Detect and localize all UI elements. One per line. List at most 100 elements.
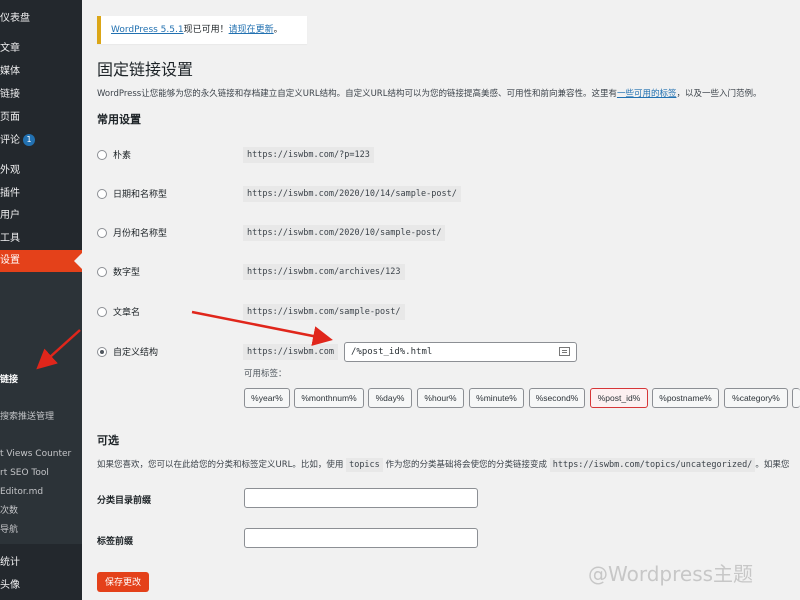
submenu-item-views-counter[interactable]: t Views Counter: [0, 445, 82, 463]
sidebar-item-label: 统计: [0, 557, 20, 568]
sidebar-item-appearance[interactable]: 外观: [0, 160, 82, 182]
radio-post-name[interactable]: [97, 307, 107, 317]
submenu-label: 次数: [0, 506, 19, 516]
submenu-label: rt SEO Tool: [0, 468, 49, 478]
tag-second-button[interactable]: %second%: [529, 388, 585, 408]
sidebar-item-label: 媒体: [0, 66, 20, 77]
sidebar-item-users[interactable]: 用户: [0, 205, 82, 227]
radio-custom[interactable]: [97, 347, 107, 357]
available-tags-label: 可用标签：: [244, 369, 287, 379]
submenu-label: 搜索推送管理: [0, 412, 55, 422]
optional-text-mid: 作为您的分类基础将会使您的分类链接变成: [385, 460, 548, 470]
submenu-label: Editor.md: [0, 487, 44, 497]
submenu-label: 导航: [0, 525, 19, 535]
radio-month-name[interactable]: [97, 228, 107, 238]
optional-title: 可选: [97, 434, 119, 447]
option-post-name[interactable]: 文章名 https://iswbm.com/sample-post/: [97, 302, 797, 324]
sidebar-item-label: 页面: [0, 112, 20, 123]
notice-period: 。: [273, 25, 283, 35]
autofill-icon[interactable]: [559, 347, 570, 356]
option-label: 朴素: [113, 151, 132, 161]
sidebar-item-media[interactable]: 媒体: [0, 61, 82, 83]
category-base-input[interactable]: [244, 488, 478, 508]
common-settings-title: 常用设置: [97, 113, 141, 126]
update-now-link[interactable]: 请现在更新: [229, 25, 274, 35]
optional-example-url: https://iswbm.com/topics/uncategorized/: [549, 458, 756, 472]
sidebar-item-plugins[interactable]: 插件: [0, 183, 82, 205]
tag-day-button[interactable]: %day%: [368, 388, 412, 408]
option-label: 日期和名称型: [113, 190, 168, 200]
main-content: WordPress 5.5.1现已可用！请现在更新。 固定链接设置 WordPr…: [82, 0, 800, 600]
submenu-item-search-push[interactable]: 搜索推送管理: [0, 408, 82, 426]
optional-text-end: 。如果您: [755, 460, 790, 470]
custom-structure-input[interactable]: /%post_id%.html: [344, 342, 577, 362]
submenu-item-editor-md[interactable]: Editor.md: [0, 483, 82, 501]
example-url: https://iswbm.com/?p=123: [243, 147, 374, 163]
sidebar-item-avatar[interactable]: 头像: [0, 575, 82, 597]
submenu-item-permalinks[interactable]: 链接: [0, 371, 82, 389]
custom-structure-value: /%post_id%.html: [351, 347, 433, 357]
watermark: @Wordpress主题: [588, 562, 754, 586]
optional-description: 如果您喜欢，您可以在此给您的分类和标签定义URL。比如，使用 topics 作为…: [97, 458, 790, 472]
option-label: 文章名: [113, 308, 141, 318]
tag-hour-button[interactable]: %hour%: [417, 388, 464, 408]
sidebar-item-settings[interactable]: 设置: [0, 250, 82, 272]
submenu-item-seo-tool[interactable]: rt SEO Tool: [0, 464, 82, 482]
sidebar-item-label: 外观: [0, 165, 20, 176]
sidebar-item-label: 链接: [0, 89, 20, 100]
submenu-label: t Views Counter: [0, 449, 72, 459]
example-url: https://iswbm.com/sample-post/: [243, 304, 405, 320]
category-base-label: 分类目录前缀: [97, 496, 152, 506]
page-description: WordPress让您能够为您的永久链接和存档建立自定义URL结构。自定义URL…: [97, 87, 761, 99]
sidebar-item-comments[interactable]: 评论 1: [0, 130, 82, 152]
tag-monthnum-button[interactable]: %monthnum%: [294, 388, 364, 408]
optional-code: topics: [346, 458, 383, 472]
example-url: https://iswbm.com/archives/123: [243, 264, 405, 280]
page-title: 固定链接设置: [97, 60, 194, 79]
wordpress-version-link[interactable]: WordPress 5.5.1: [111, 25, 184, 35]
sidebar-item-tools[interactable]: 工具: [0, 228, 82, 250]
radio-day-name[interactable]: [97, 189, 107, 199]
save-changes-button[interactable]: 保存更改: [97, 572, 150, 592]
example-url: https://iswbm.com/2020/10/sample-post/: [243, 225, 446, 241]
sidebar-item-label: 用户: [0, 210, 20, 221]
update-notice: WordPress 5.5.1现已可用！请现在更新。: [97, 16, 307, 44]
tag-category-button[interactable]: %category%: [724, 388, 788, 408]
sidebar-item-links[interactable]: 链接: [0, 84, 82, 106]
option-month-name[interactable]: 月份和名称型 https://iswbm.com/2020/10/sample-…: [97, 223, 797, 245]
description-text-end: ，以及一些入门范例。: [676, 89, 762, 99]
sidebar-item-pages[interactable]: 页面: [0, 107, 82, 129]
sidebar-item-dashboard[interactable]: 仪表盘: [0, 8, 82, 30]
radio-numeric[interactable]: [97, 267, 107, 277]
submenu-item-counts[interactable]: 次数: [0, 502, 82, 520]
tag-postname-button[interactable]: %postname%: [652, 388, 719, 408]
option-plain[interactable]: 朴素 https://iswbm.com/?p=123: [97, 145, 797, 167]
optional-text: 如果您喜欢，您可以在此给您的分类和标签定义URL。比如，使用: [97, 460, 344, 470]
comments-count-badge: 1: [23, 134, 35, 146]
radio-plain[interactable]: [97, 150, 107, 160]
sidebar-item-label: 设置: [0, 255, 20, 266]
description-text: WordPress让您能够为您的永久链接和存档建立自定义URL结构。自定义URL…: [97, 89, 617, 99]
tag-base-label: 标签前缀: [97, 537, 134, 547]
notice-text: 现已可用！: [183, 25, 229, 35]
available-tags-link[interactable]: 一些可用的标签: [617, 89, 677, 99]
submenu-item-nav[interactable]: 导航: [0, 521, 82, 539]
option-day-name[interactable]: 日期和名称型 https://iswbm.com/2020/10/14/samp…: [97, 184, 797, 206]
submenu-label: 链接: [0, 375, 19, 385]
option-label: 月份和名称型: [113, 229, 168, 239]
sidebar-item-stats[interactable]: 统计: [0, 552, 82, 574]
tag-more-button[interactable]: [792, 388, 800, 408]
tag-post-id-button[interactable]: %post_id%: [590, 388, 648, 408]
tag-year-button[interactable]: %year%: [244, 388, 290, 408]
option-label: 自定义结构: [113, 348, 159, 358]
sidebar-item-label: 头像: [0, 580, 20, 591]
sidebar-item-posts[interactable]: 文章: [0, 38, 82, 60]
sidebar-item-label: 仪表盘: [0, 13, 30, 24]
tag-base-input[interactable]: [244, 528, 478, 548]
example-url: https://iswbm.com/2020/10/14/sample-post…: [243, 186, 461, 202]
tag-minute-button[interactable]: %minute%: [469, 388, 524, 408]
sidebar-item-label: 文章: [0, 43, 20, 54]
option-numeric[interactable]: 数字型 https://iswbm.com/archives/123: [97, 262, 797, 284]
sidebar-item-label: 工具: [0, 233, 20, 244]
admin-sidebar: 仪表盘 文章 媒体 链接 页面 评论 1 外观 插件 用户 工具 设置 链接 搜索…: [0, 0, 82, 600]
